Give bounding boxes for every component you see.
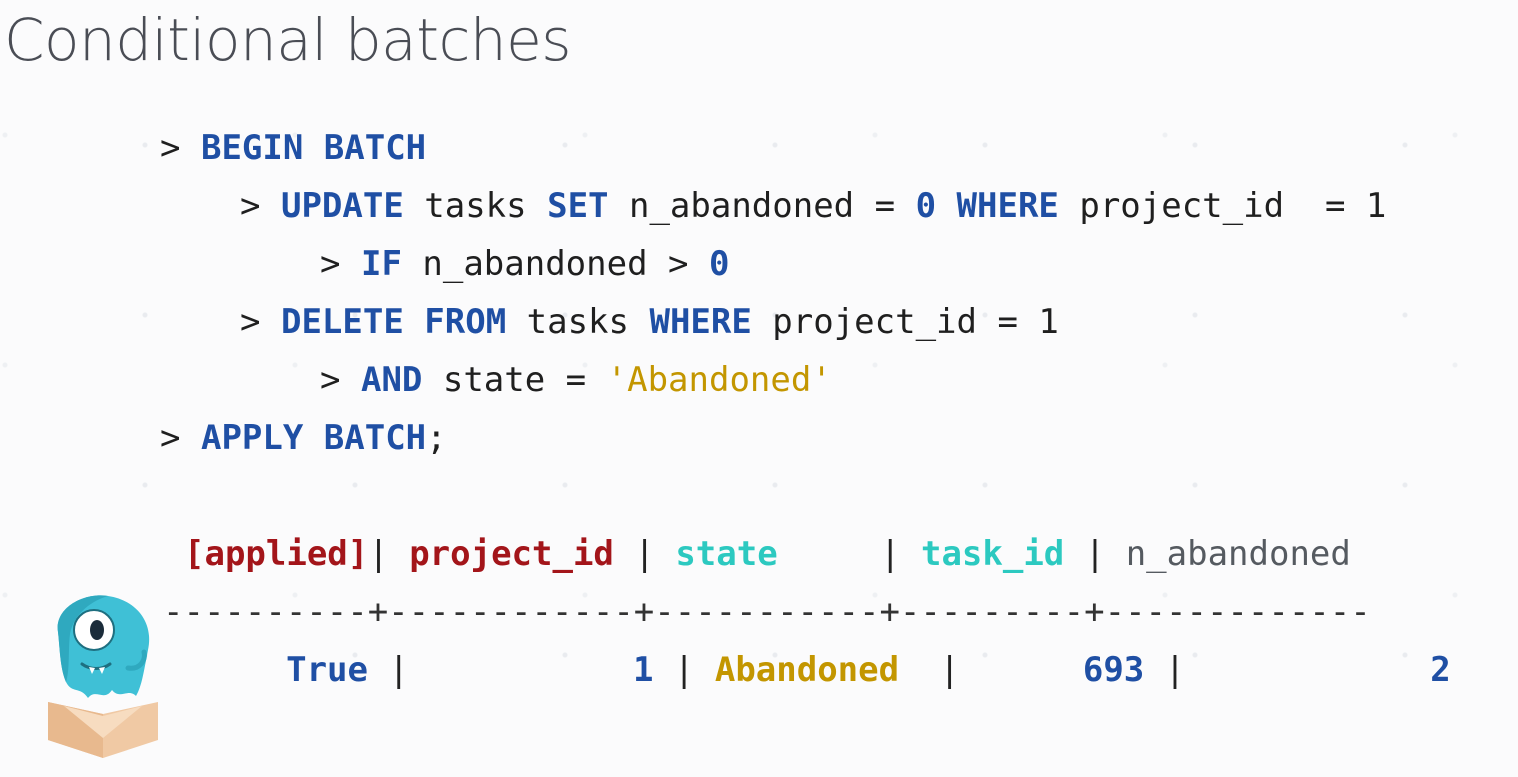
keyword: WHERE [649, 302, 752, 342]
table-cell: 693 [1082, 650, 1145, 690]
keyword: IF [360, 244, 402, 284]
code-text: ; [426, 418, 447, 458]
prompt: > [320, 244, 341, 284]
table-cell: True [286, 650, 368, 690]
code-line-and: > AND state = 'Abandoned' [320, 360, 832, 400]
number-literal: 0 [708, 244, 730, 284]
column-header: state [675, 534, 778, 574]
keyword: SET [547, 186, 609, 226]
code-text: tasks [506, 302, 650, 342]
keyword: UPDATE [280, 186, 404, 226]
prompt: > [320, 360, 341, 400]
table-header-row: [applied]| project_id | state | task_id … [184, 534, 1351, 574]
column-separator: | [368, 650, 430, 690]
column-separator: | [613, 534, 676, 574]
table-row: True | 1 | Abandoned | 693 | 2 [184, 650, 1451, 690]
code-text: state = [422, 360, 607, 400]
keyword: BEGIN BATCH [200, 128, 427, 168]
scylla-monster-icon [48, 595, 158, 758]
code-text: n_abandoned > [401, 244, 709, 284]
column-header: n_abandoned [1125, 534, 1351, 574]
column-separator: | [653, 650, 715, 690]
column-header: [applied] [184, 534, 369, 574]
column-separator: | [368, 534, 410, 574]
table-cell: Abandoned [714, 650, 900, 690]
keyword: FROM [424, 302, 507, 342]
column-separator: | [1144, 650, 1206, 690]
column-separator: | [777, 534, 921, 574]
keyword: AND [360, 360, 423, 400]
column-header: project_id [409, 534, 614, 574]
table-separator: ----------+------------+-----------+----… [163, 592, 1371, 632]
column-separator: | [1064, 534, 1126, 574]
prompt: > [160, 128, 181, 168]
prompt: > [240, 186, 261, 226]
string-literal: 'Abandoned' [606, 360, 832, 400]
keyword: WHERE [956, 186, 1059, 226]
code-line-update: > UPDATE tasks SET n_abandoned = 0 WHERE… [240, 186, 1386, 226]
table-cell: 2 [1430, 650, 1451, 690]
number-literal: 0 [915, 186, 937, 226]
code-text: n_abandoned = [608, 186, 916, 226]
code-text: tasks [403, 186, 548, 226]
keyword: DELETE [280, 302, 404, 342]
code-line-apply: > APPLY BATCH; [160, 418, 447, 458]
code-line-begin: > BEGIN BATCH [160, 128, 426, 168]
keyword: APPLY BATCH [200, 418, 427, 458]
column-header: task_id [920, 534, 1065, 574]
prompt: > [240, 302, 261, 342]
code-text: project_id = 1 [751, 302, 1059, 342]
code-line-if: > IF n_abandoned > 0 [320, 244, 729, 284]
code-line-delete: > DELETE FROM tasks WHERE project_id = 1 [240, 302, 1059, 342]
prompt: > [160, 418, 181, 458]
code-text: project_id = 1 [1058, 186, 1387, 226]
column-separator: | [918, 650, 981, 690]
table-cell: 1 [632, 650, 654, 690]
